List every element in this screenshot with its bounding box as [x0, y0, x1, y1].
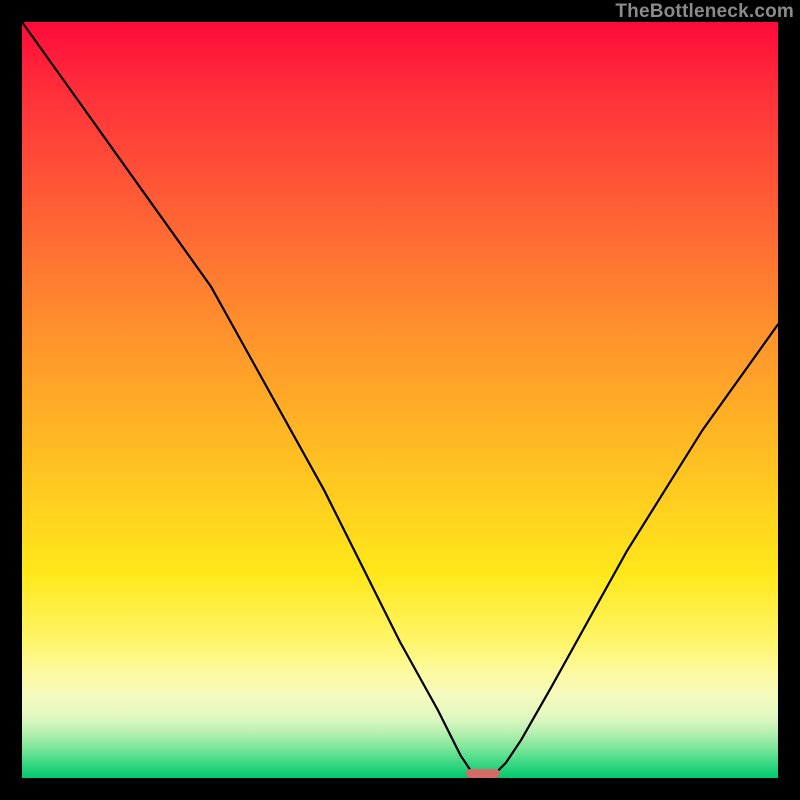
plot-area — [22, 22, 778, 778]
watermark-text: TheBottleneck.com — [615, 1, 794, 23]
bottleneck-curve — [22, 22, 778, 778]
optimal-marker — [466, 769, 500, 778]
chart-container: TheBottleneck.com — [0, 0, 800, 800]
